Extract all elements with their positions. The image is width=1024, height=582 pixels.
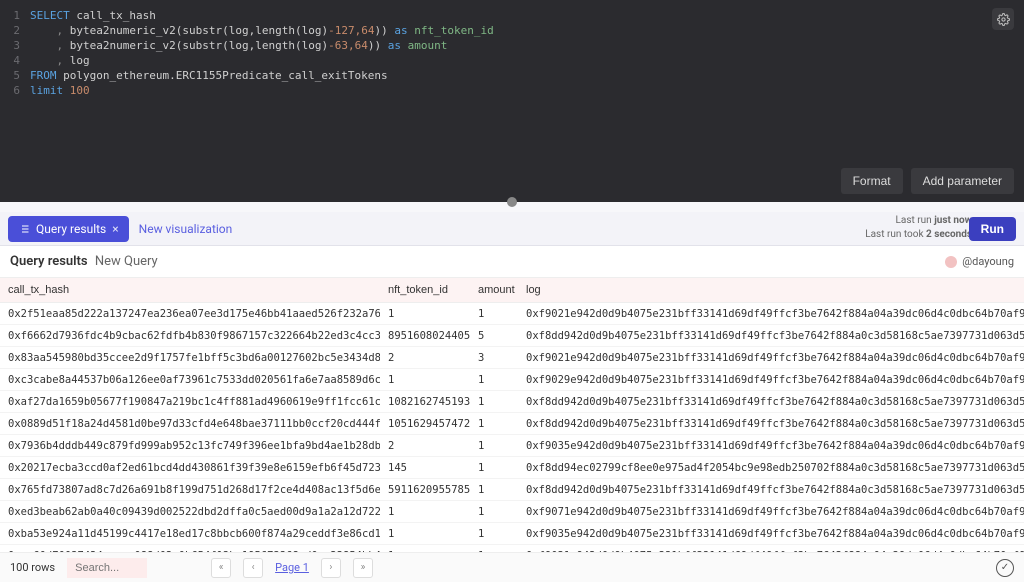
close-icon[interactable]: × — [112, 222, 118, 236]
cell: 1 — [380, 303, 470, 325]
page-next-button[interactable]: › — [321, 558, 341, 578]
query-name: New Query — [95, 254, 158, 269]
page-prev-button[interactable]: ‹ — [243, 558, 263, 578]
table-row[interactable]: 0x20217ecba3ccd0af2ed61bcd4dd430861f39f3… — [0, 457, 1024, 479]
cell: 0xba53e924a11d45199c4417e18ed17c8bbcb600… — [0, 523, 380, 545]
add-parameter-button[interactable]: Add parameter — [911, 168, 1014, 194]
cell: 1 — [470, 303, 518, 325]
cell: 0xed3beab62ab0a40c09439d002522dbd2dffa0c… — [0, 501, 380, 523]
run-status: Last run just now Last run took 2 second… — [865, 214, 972, 242]
cell: 1051629457472 — [380, 413, 470, 435]
cell: 0x765fd73807ad8c7d26a691b8f199d751d268d1… — [0, 479, 380, 501]
drag-handle-icon[interactable] — [507, 197, 517, 207]
table-row[interactable]: 0xaf27da1659b05677f190847a219bc1c4ff881a… — [0, 391, 1024, 413]
cell: 0xf9021e942d0d9b4075e231bff33141d69df49f… — [518, 303, 1024, 325]
cell: 0x83aa545980bd35ccee2d9f1757fe1bff5c3bd6… — [0, 347, 380, 369]
cell: 1 — [380, 523, 470, 545]
cell: 1 — [380, 501, 470, 523]
col-header-token[interactable]: nft_token_id — [380, 278, 470, 303]
cell: 1 — [470, 435, 518, 457]
tab-label: Query results — [36, 222, 106, 236]
cell: 5 — [470, 325, 518, 347]
run-button[interactable]: Run — [969, 217, 1016, 241]
page-indicator[interactable]: Page 1 — [275, 561, 309, 574]
cell: 0xf9035e942d0d9b4075e231bff33141d69df49f… — [518, 523, 1024, 545]
cell: 0xf9029e942d0d9b4075e231bff33141d69df49f… — [518, 369, 1024, 391]
results-table-wrap: call_tx_hash nft_token_id amount log 0x2… — [0, 278, 1024, 552]
format-button[interactable]: Format — [841, 168, 903, 194]
cell: 0x0889d51f18a24d4581d0be97d33cfd4e648bae… — [0, 413, 380, 435]
author-pill[interactable]: @dayoung — [945, 255, 1014, 268]
table-row[interactable]: 0xea60d70037424aaeec088d02c0b654f13bc195… — [0, 545, 1024, 553]
cell: 5911620955785 — [380, 479, 470, 501]
cell: 2 — [380, 435, 470, 457]
cell: 0xf6662d7936fdc4b9cbac62fdfb4b830f986715… — [0, 325, 380, 347]
code-area[interactable]: SELECT call_tx_hash , bytea2numeric_v2(s… — [30, 8, 494, 98]
cell: 0xf8dd94ec02799cf8ee0e975ad4f2054bc9e98e… — [518, 457, 1024, 479]
cell: 1 — [470, 369, 518, 391]
cell: 1 — [470, 501, 518, 523]
table-row[interactable]: 0x2f51eaa85d222a137247ea236ea07ee3d175e4… — [0, 303, 1024, 325]
cell: 1 — [470, 457, 518, 479]
cell: 1 — [470, 391, 518, 413]
col-header-amount[interactable]: amount — [470, 278, 518, 303]
status-ok-icon: ✓ — [996, 559, 1014, 577]
cell: 2 — [380, 347, 470, 369]
cell: 0xf8dd942d0d9b4075e231bff33141d69df49ffc… — [518, 413, 1024, 435]
cell: 1 — [470, 479, 518, 501]
cell: 1 — [470, 413, 518, 435]
page-last-button[interactable]: » — [353, 558, 373, 578]
cell: 0xf8dd942d0d9b4075e231bff33141d69df49ffc… — [518, 391, 1024, 413]
table-row[interactable]: 0x83aa545980bd35ccee2d9f1757fe1bff5c3bd6… — [0, 347, 1024, 369]
cell: 1 — [470, 545, 518, 553]
cell: 0x20217ecba3ccd0af2ed61bcd4dd430861f39f3… — [0, 457, 380, 479]
cell: 0xf9071e942d0d9b4075e231bff33141d69df49f… — [518, 501, 1024, 523]
table-row[interactable]: 0x0889d51f18a24d4581d0be97d33cfd4e648bae… — [0, 413, 1024, 435]
cell: 0xf8dd942d0d9b4075e231bff33141d69df49ffc… — [518, 325, 1024, 347]
cell: 10821627451933 — [380, 391, 470, 413]
tab-new-visualization[interactable]: New visualization — [129, 216, 243, 242]
cell: 0xaf27da1659b05677f190847a219bc1c4ff881a… — [0, 391, 380, 413]
cell: 0x2f51eaa85d222a137247ea236ea07ee3d175e4… — [0, 303, 380, 325]
cell: 1 — [470, 523, 518, 545]
table-row[interactable]: 0xba53e924a11d45199c4417e18ed17c8bbcb600… — [0, 523, 1024, 545]
cell: 1 — [380, 545, 470, 553]
cell: 0x7936b4dddb449c879fd999ab952c13fc749f39… — [0, 435, 380, 457]
table-row[interactable]: 0xf6662d7936fdc4b9cbac62fdfb4b830f986715… — [0, 325, 1024, 347]
pane-divider[interactable] — [0, 202, 1024, 212]
cell: 0xea60d70037424aaeec088d02c0b654f13bc195… — [0, 545, 380, 553]
avatar-icon — [945, 256, 957, 268]
results-table: call_tx_hash nft_token_id amount log 0x2… — [0, 278, 1024, 552]
results-title: Query results — [10, 254, 88, 269]
cell: 0xf8dd942d0d9b4075e231bff33141d69df49ffc… — [518, 479, 1024, 501]
page-first-button[interactable]: « — [211, 558, 231, 578]
results-tab-bar: Query results × New visualization Last r… — [0, 212, 1024, 246]
cell: 0xf9021e942d0d9b4075e231bff33141d69df49f… — [518, 545, 1024, 553]
cell: 8951608024405 — [380, 325, 470, 347]
settings-button[interactable] — [992, 8, 1014, 30]
row-count: 100 rows — [10, 561, 55, 574]
table-row[interactable]: 0x7936b4dddb449c879fd999ab952c13fc749f39… — [0, 435, 1024, 457]
tab-query-results[interactable]: Query results × — [8, 216, 129, 242]
cell: 1 — [380, 369, 470, 391]
cell: 0xf9021e942d0d9b4075e231bff33141d69df49f… — [518, 347, 1024, 369]
cell: 3 — [470, 347, 518, 369]
results-header: Query results New Query @dayoung — [0, 246, 1024, 278]
table-row[interactable]: 0xed3beab62ab0a40c09439d002522dbd2dffa0c… — [0, 501, 1024, 523]
gear-icon — [997, 13, 1010, 26]
line-gutter: 123456 — [0, 8, 26, 98]
sql-editor[interactable]: 123456 SELECT call_tx_hash , bytea2numer… — [0, 0, 1024, 202]
list-icon — [18, 223, 30, 235]
pagination-bar: 100 rows « ‹ Page 1 › » ✓ — [0, 552, 1024, 582]
col-header-log[interactable]: log — [518, 278, 1024, 303]
cell: 0xf9035e942d0d9b4075e231bff33141d69df49f… — [518, 435, 1024, 457]
table-row[interactable]: 0xc3cabe8a44537b06a126ee0af73961c7533dd0… — [0, 369, 1024, 391]
col-header-hash[interactable]: call_tx_hash — [0, 278, 380, 303]
cell: 0xc3cabe8a44537b06a126ee0af73961c7533dd0… — [0, 369, 380, 391]
table-row[interactable]: 0x765fd73807ad8c7d26a691b8f199d751d268d1… — [0, 479, 1024, 501]
search-input[interactable] — [67, 558, 147, 578]
cell: 145 — [380, 457, 470, 479]
